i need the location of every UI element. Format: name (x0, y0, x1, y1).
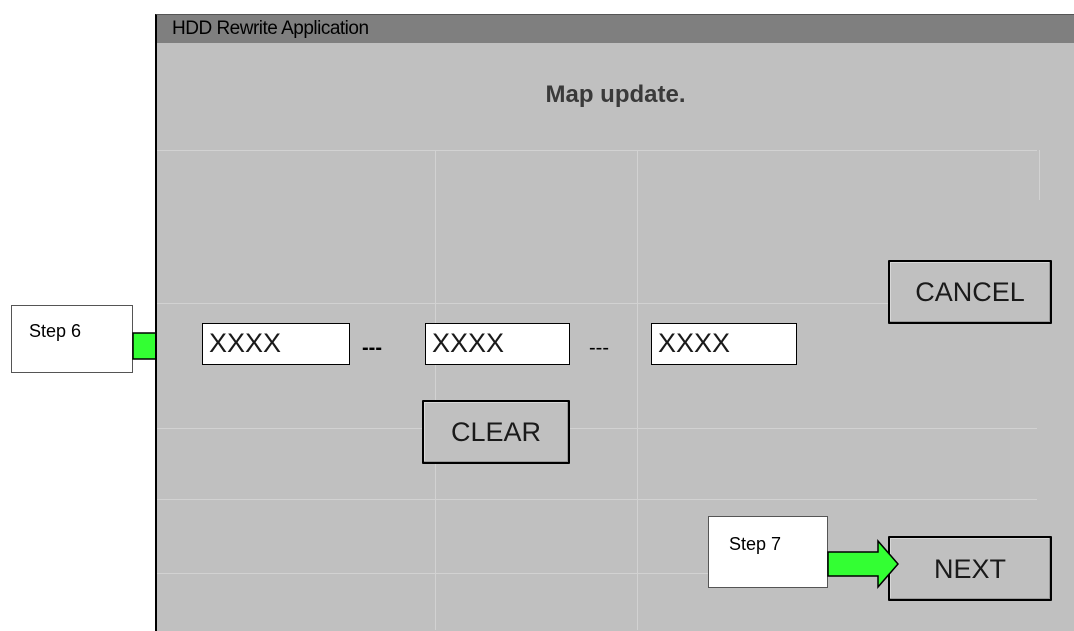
code-field-1-value: XXXX (209, 328, 282, 358)
next-button-label: NEXT (933, 554, 1006, 584)
code-field-3[interactable]: XXXX (651, 323, 797, 365)
code-field-1[interactable]: XXXX (202, 323, 350, 365)
step-7-callout: Step 7 (708, 516, 828, 588)
next-button[interactable]: NEXT (888, 536, 1052, 601)
application-window: HDD Rewrite Application Map update. CANC… (155, 14, 1074, 631)
faint-gridline (1039, 150, 1040, 200)
green-arrow-icon (827, 538, 899, 590)
faint-gridline (637, 150, 638, 630)
separator-1: --- (362, 337, 382, 359)
step-6-callout: Step 6 (11, 305, 133, 373)
code-field-2-value: XXXX (432, 328, 505, 358)
clear-button-label: CLEAR (450, 417, 542, 447)
window-titlebar: HDD Rewrite Application (157, 15, 1074, 43)
faint-gridline (157, 428, 1037, 429)
separator-2: --- (589, 337, 609, 359)
code-field-2[interactable]: XXXX (425, 323, 570, 365)
step-6-label: Step 6 (29, 321, 82, 341)
step-7-label: Step 7 (729, 534, 782, 554)
faint-gridline (157, 150, 1037, 151)
cancel-button-label: CANCEL (915, 277, 1025, 307)
page-heading: Map update. (545, 81, 686, 108)
clear-button[interactable]: CLEAR (422, 400, 570, 464)
code-field-3-value: XXXX (658, 328, 731, 358)
cancel-button[interactable]: CANCEL (888, 260, 1052, 324)
faint-gridline (157, 499, 1037, 500)
faint-gridline (435, 150, 436, 630)
